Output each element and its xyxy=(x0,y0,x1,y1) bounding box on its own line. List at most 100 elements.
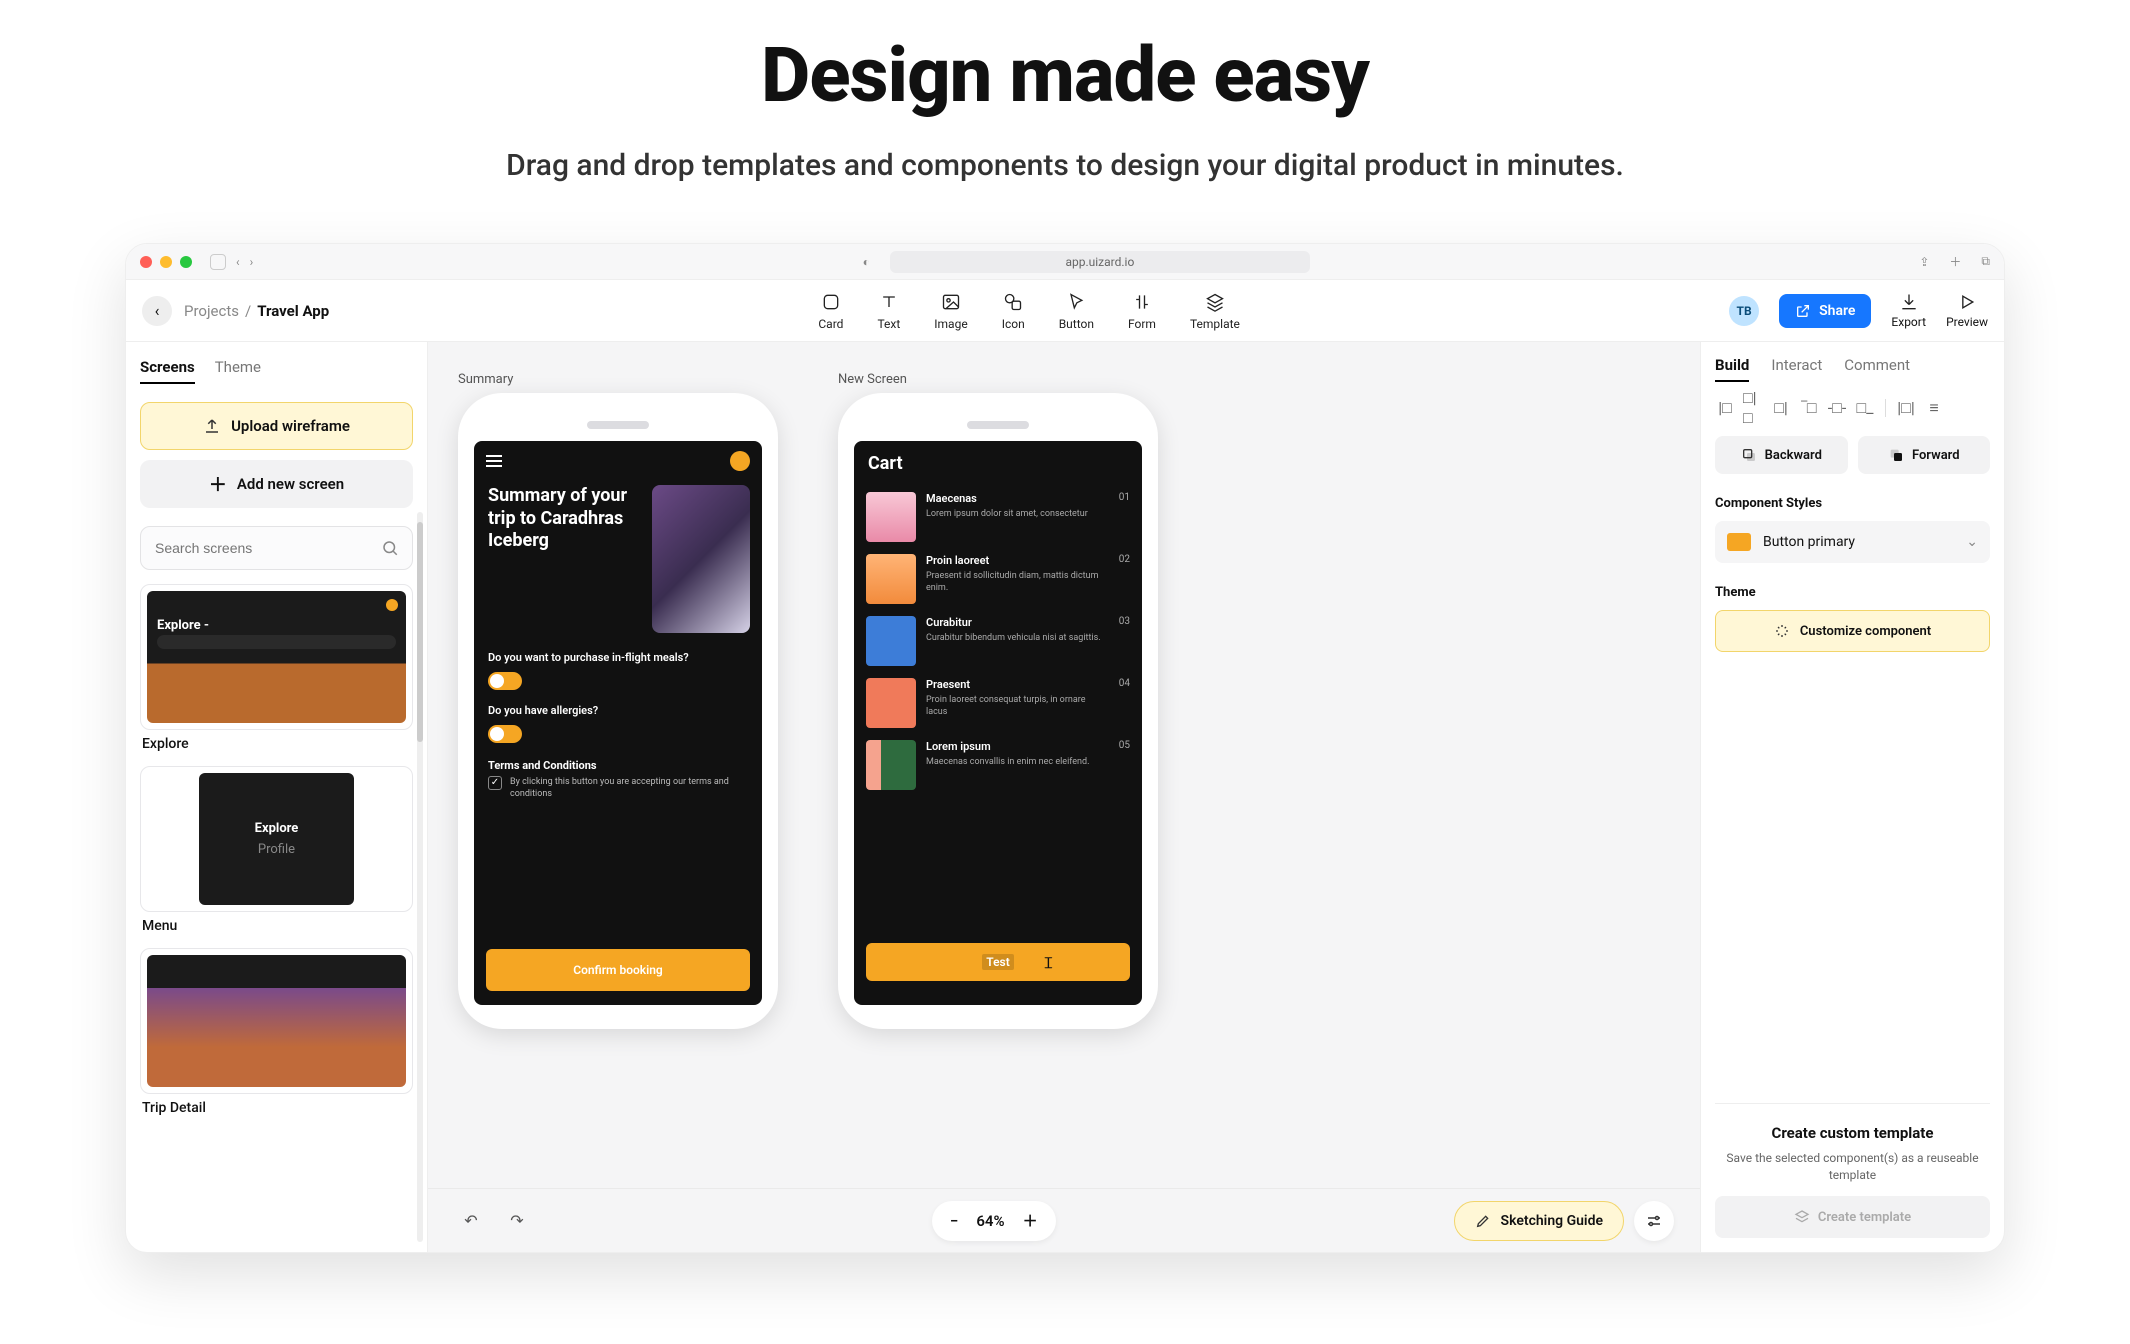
tool-text-label: Text xyxy=(877,317,900,331)
export-button[interactable]: Export xyxy=(1891,292,1926,329)
reader-mode-icon[interactable]: ◐ xyxy=(863,255,870,269)
screen-card-trip-detail[interactable] xyxy=(140,948,413,1094)
product-thumb-icon xyxy=(866,554,916,604)
cart-row[interactable]: Lorem ipsum Maecenas convallis in enim ne… xyxy=(854,734,1142,796)
plus-icon: ＋ xyxy=(209,471,227,497)
bring-forward-button[interactable]: Forward xyxy=(1858,436,1991,474)
create-template-label: Create template xyxy=(1818,1210,1911,1225)
redo-button[interactable]: ↷ xyxy=(500,1204,534,1238)
sketching-guide-button[interactable]: Sketching Guide xyxy=(1454,1201,1624,1241)
share-button[interactable]: Share xyxy=(1779,294,1871,328)
tab-comment[interactable]: Comment xyxy=(1844,356,1910,382)
upload-wireframe-label: Upload wireframe xyxy=(231,417,350,435)
preview-button[interactable]: Preview xyxy=(1946,292,1988,329)
search-input[interactable] xyxy=(140,526,413,570)
distribute-v-icon[interactable]: ≡ xyxy=(1924,398,1944,418)
add-screen-button[interactable]: ＋ Add new screen xyxy=(140,460,413,508)
component-style-select[interactable]: Button primary ⌄ xyxy=(1715,521,1990,563)
create-template-title: Create custom template xyxy=(1715,1124,1990,1142)
tab-theme[interactable]: Theme xyxy=(215,358,261,384)
add-screen-label: Add new screen xyxy=(237,475,344,493)
upload-wireframe-button[interactable]: Upload wireframe xyxy=(140,402,413,450)
minimize-window-icon[interactable] xyxy=(160,256,172,268)
chevron-down-icon: ⌄ xyxy=(1966,534,1978,550)
back-button[interactable]: ‹ xyxy=(142,296,172,326)
undo-button[interactable]: ↶ xyxy=(454,1204,488,1238)
canvas[interactable]: Summary Summary of your trip to Caradhra… xyxy=(428,342,1700,1252)
user-avatar-icon[interactable] xyxy=(730,451,750,471)
cart-item-title: Lorem ipsum xyxy=(926,740,1102,753)
breadcrumb-root[interactable]: Projects xyxy=(184,302,239,320)
customize-component-button[interactable]: Customize component xyxy=(1715,610,1990,652)
align-center-h-icon[interactable]: □|□ xyxy=(1743,398,1763,418)
zoom-in-button[interactable]: ＋ xyxy=(1023,1210,1038,1231)
send-backward-button[interactable]: Backward xyxy=(1715,436,1848,474)
tool-image[interactable]: Image xyxy=(934,291,967,331)
create-template-button[interactable]: Create template xyxy=(1715,1196,1990,1238)
tab-interact[interactable]: Interact xyxy=(1771,356,1822,382)
tool-form[interactable]: Form xyxy=(1128,291,1156,331)
app-header: ‹ Projects / Travel App Card Text Image … xyxy=(126,280,2004,342)
tool-template[interactable]: Template xyxy=(1190,291,1240,331)
form-icon xyxy=(1131,291,1153,313)
breadcrumb-leaf[interactable]: Travel App xyxy=(257,302,329,320)
tool-card[interactable]: Card xyxy=(818,291,843,331)
cart-row[interactable]: PraesentProin laoreet consequat turpis, … xyxy=(854,672,1142,734)
summary-title: Summary of your trip to Caradhras Iceber… xyxy=(474,481,654,557)
new-tab-icon[interactable]: ＋ xyxy=(1949,253,1961,270)
artboard-cart[interactable]: New Screen Cart MaecenasLorem ipsum dolo… xyxy=(838,372,1158,1029)
nav-forward-icon[interactable]: › xyxy=(250,255,254,269)
tool-icon[interactable]: Icon xyxy=(1002,291,1025,331)
phone-screen-cart: Cart MaecenasLorem ipsum dolor sit amet,… xyxy=(854,441,1142,1005)
hero-subtitle: Drag and drop templates and components t… xyxy=(0,148,2130,183)
left-panel-scrollbar[interactable] xyxy=(417,512,423,1242)
artboard-summary[interactable]: Summary Summary of your trip to Caradhra… xyxy=(458,372,778,1029)
app-body: Screens Theme Upload wireframe ＋ Add new… xyxy=(126,342,2004,1252)
share-os-icon[interactable]: ⇪ xyxy=(1919,255,1929,269)
cart-item-title: Praesent xyxy=(926,678,1102,691)
cart-row[interactable]: MaecenasLorem ipsum dolor sit amet, cons… xyxy=(854,486,1142,548)
zoom-out-button[interactable]: − xyxy=(950,1212,958,1230)
tab-overview-icon[interactable]: ⧉ xyxy=(1981,254,1990,269)
tool-button[interactable]: Button xyxy=(1059,291,1094,331)
cart-row[interactable]: CurabiturCurabitur bibendum vehicula nis… xyxy=(854,610,1142,672)
toggle-allergies[interactable] xyxy=(488,725,522,743)
cart-item-title: Maecenas xyxy=(926,492,1102,505)
align-middle-icon[interactable]: -□- xyxy=(1827,398,1847,418)
toggle-meals[interactable] xyxy=(488,672,522,690)
confirm-booking-button[interactable]: Confirm booking xyxy=(486,949,750,991)
tab-build[interactable]: Build xyxy=(1715,356,1749,382)
nav-back-icon[interactable]: ‹ xyxy=(236,255,240,269)
browser-titlebar: ‹ › ◐ app.uizard.io ⇪ ＋ ⧉ xyxy=(126,244,2004,280)
canvas-settings-button[interactable] xyxy=(1634,1201,1674,1241)
screen-label-explore: Explore xyxy=(142,736,413,752)
screen-thumb-menu: Explore Profile xyxy=(199,773,354,905)
screen-card-menu[interactable]: Explore Profile xyxy=(140,766,413,912)
tab-screens[interactable]: Screens xyxy=(140,358,195,384)
sidebar-toggle-icon[interactable] xyxy=(210,254,226,270)
screen-card-explore[interactable]: Explore - xyxy=(140,584,413,730)
cart-row[interactable]: Proin laoreetPraesent id sollicitudin di… xyxy=(854,548,1142,610)
cart-item-desc: Maecenas convallis in enim nec eleifend. xyxy=(926,756,1102,768)
maximize-window-icon[interactable] xyxy=(180,256,192,268)
align-top-icon[interactable]: ‾□ xyxy=(1799,398,1819,418)
distribute-h-icon[interactable]: |□| xyxy=(1896,398,1916,418)
align-right-icon[interactable]: □| xyxy=(1771,398,1791,418)
align-bottom-icon[interactable]: □_ xyxy=(1855,398,1875,418)
tool-text[interactable]: Text xyxy=(877,291,900,331)
address-bar[interactable]: app.uizard.io xyxy=(890,251,1310,273)
close-window-icon[interactable] xyxy=(140,256,152,268)
avatar[interactable]: TB xyxy=(1729,296,1759,326)
hamburger-icon[interactable] xyxy=(486,455,502,467)
search-icon xyxy=(381,539,399,557)
cart-item-desc: Praesent id sollicitudin diam, mattis di… xyxy=(926,570,1102,594)
theme-label: Theme xyxy=(1715,585,1990,600)
cart-item-index: 01 xyxy=(1112,492,1130,503)
share-button-label: Share xyxy=(1819,303,1855,319)
cart-cta-button[interactable]: Test 𝙸 xyxy=(866,943,1130,981)
terms-checkbox[interactable]: ✓ xyxy=(488,776,502,790)
canvas-footer: ↶ ↷ − 64% ＋ Sketching Guide xyxy=(428,1188,1700,1252)
align-left-icon[interactable]: |□ xyxy=(1715,398,1735,418)
right-panel: Build Interact Comment |□ □|□ □| ‾□ -□- … xyxy=(1700,342,2004,1252)
cart-item-desc: Curabitur bibendum vehicula nisi at sagi… xyxy=(926,632,1102,644)
